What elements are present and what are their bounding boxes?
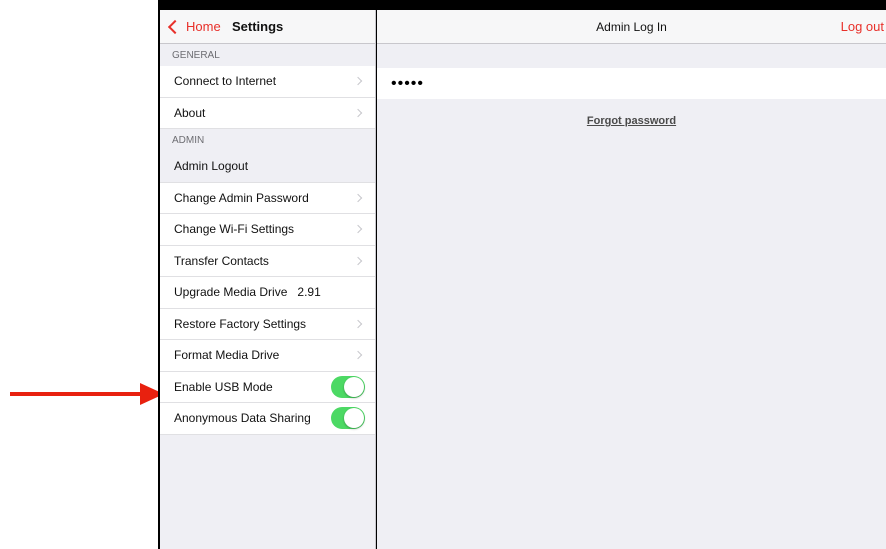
- page-title: Admin Log In: [596, 20, 667, 34]
- sidebar-item-label: Change Wi-Fi Settings: [174, 222, 295, 237]
- section-header-admin: ADMIN: [172, 135, 205, 146]
- sidebar-item-label: Format Media Drive: [174, 348, 280, 363]
- data-sharing-toggle[interactable]: [331, 407, 365, 430]
- sidebar-item-label: Upgrade Media Drive: [174, 285, 288, 300]
- sidebar-item-enable-usb-mode: Enable USB Mode: [160, 371, 375, 403]
- sidebar-item-label: Change Admin Password: [174, 190, 309, 205]
- sidebar-item-label: About: [174, 105, 206, 120]
- password-input[interactable]: [377, 68, 886, 99]
- chevron-right-icon: [353, 225, 363, 234]
- logout-button[interactable]: Log out: [841, 19, 884, 34]
- toggle-knob: [344, 408, 364, 429]
- sidebar-item-anonymous-data-sharing: Anonymous Data Sharing: [160, 403, 375, 435]
- main-panel: Admin Log In Log out Forgot password: [377, 10, 886, 549]
- sidebar-item-upgrade-media-drive[interactable]: Upgrade Media Drive 2.91: [160, 277, 375, 309]
- chevron-right-icon: [353, 193, 363, 202]
- sidebar-item-label: Restore Factory Settings: [174, 316, 307, 331]
- sidebar-item-change-wifi-settings[interactable]: Change Wi-Fi Settings: [160, 214, 375, 246]
- sidebar-header: Home Settings: [160, 10, 375, 44]
- sidebar-title: Settings: [232, 19, 284, 34]
- sidebar-item-format-media-drive[interactable]: Format Media Drive: [160, 340, 375, 372]
- sidebar-item-label: Transfer Contacts: [174, 253, 269, 268]
- chevron-right-icon: [353, 108, 363, 117]
- usb-mode-toggle[interactable]: [331, 375, 365, 398]
- sidebar-item-change-admin-password[interactable]: Change Admin Password: [160, 182, 375, 214]
- sidebar-item-transfer-contacts[interactable]: Transfer Contacts: [160, 245, 375, 277]
- sidebar-item-restore-factory-settings[interactable]: Restore Factory Settings: [160, 308, 375, 340]
- version-value: 2.91: [297, 285, 321, 300]
- settings-sidebar: Home Settings GENERAL Connect to Interne…: [160, 10, 376, 549]
- chevron-right-icon: [353, 351, 363, 360]
- sidebar-item-label: Connect to Internet: [174, 74, 277, 89]
- chevron-left-icon: [167, 19, 183, 35]
- chevron-right-icon: [353, 77, 363, 86]
- chevron-right-icon: [353, 319, 363, 328]
- sidebar-item-label: Enable USB Mode: [174, 379, 273, 394]
- chevron-right-icon: [353, 256, 363, 265]
- sidebar-item-about[interactable]: About: [160, 97, 375, 129]
- home-label: Home: [186, 19, 221, 34]
- main-header: Admin Log In Log out: [377, 10, 886, 44]
- home-button[interactable]: Home: [167, 19, 221, 35]
- annotation-arrow-line: [10, 392, 142, 396]
- section-header-general: GENERAL: [172, 50, 220, 61]
- sidebar-item-label: Anonymous Data Sharing: [174, 411, 311, 426]
- sidebar-item-admin-logout[interactable]: Admin Logout: [160, 151, 375, 183]
- sidebar-item-connect-to-internet[interactable]: Connect to Internet: [160, 66, 375, 98]
- sidebar-item-label: Admin Logout: [174, 159, 249, 174]
- forgot-password-link[interactable]: Forgot password: [377, 115, 886, 127]
- toggle-knob: [344, 376, 364, 397]
